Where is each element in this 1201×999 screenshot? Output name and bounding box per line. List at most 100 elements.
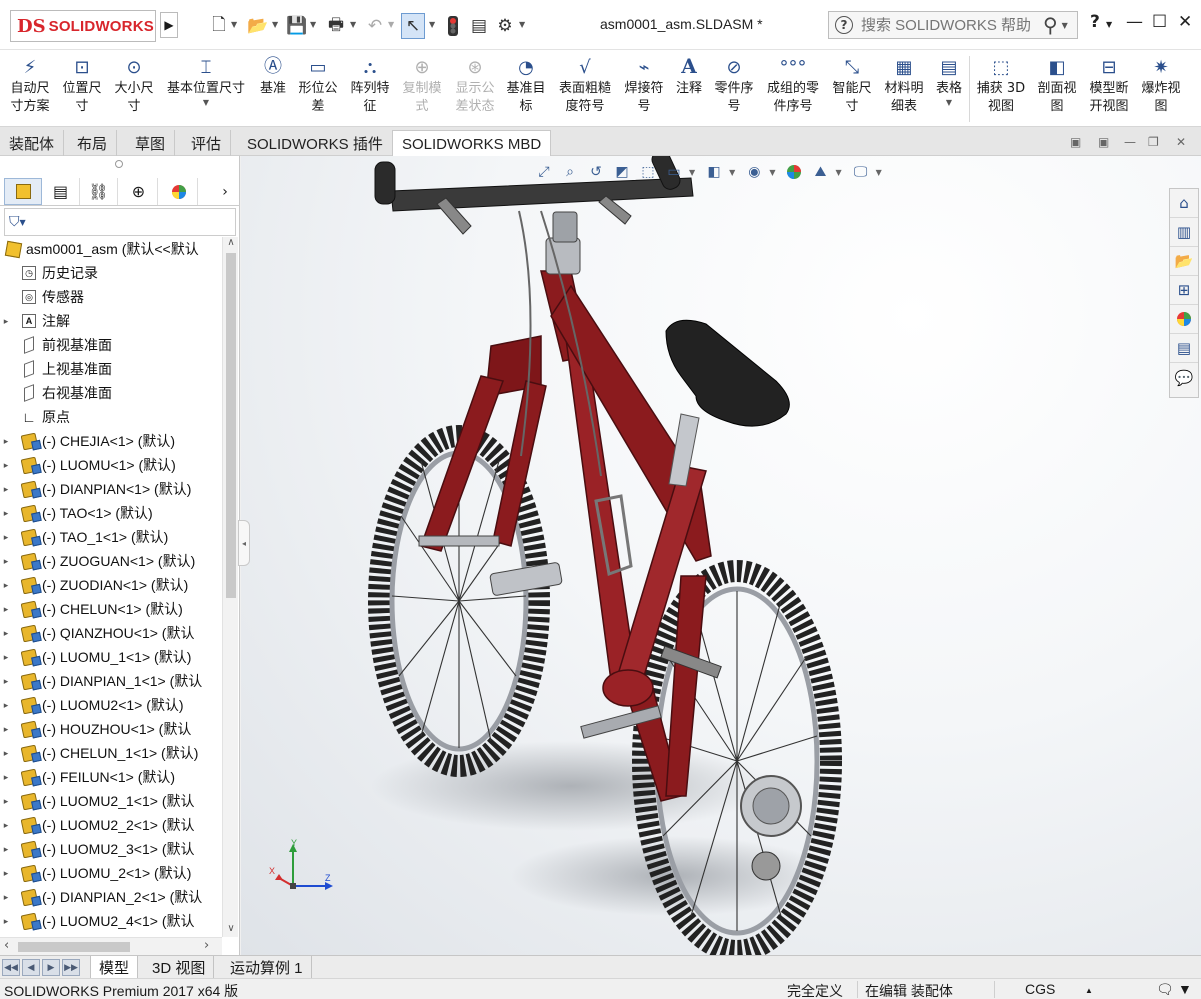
file-properties-icon[interactable]: ▤ — [468, 13, 490, 39]
next-tab-arrow-icon[interactable]: ▶ — [42, 959, 60, 976]
expand-arrow-icon[interactable]: ▸ — [0, 796, 12, 807]
tree-part-row[interactable]: ▸ (-) QIANZHOU<1> (默认 — [0, 621, 222, 645]
tree-filter[interactable]: ⛉ ▼ — [4, 208, 236, 236]
viewport-restore-icon[interactable]: ❐ — [1148, 135, 1159, 149]
cmd-section-view[interactable]: ◧ 剖面视 图 — [1032, 50, 1082, 127]
tab-model[interactable]: 模型 — [90, 956, 139, 978]
configuration-manager-tab-icon[interactable]: ⛓ — [80, 178, 118, 205]
cmd-copy-scheme[interactable]: ⊕ 复制模 式 — [398, 50, 446, 127]
view-settings-icon[interactable]: 🖵 — [850, 162, 872, 182]
expand-arrow-icon[interactable]: ▸ — [0, 628, 12, 639]
dimxpert-manager-tab-icon[interactable]: ⊕ — [120, 178, 158, 205]
tree-item-plane[interactable]: 上视基准面 — [0, 357, 222, 381]
bicycle-model[interactable] — [241, 156, 1201, 955]
zoom-to-fit-icon[interactable]: ⤢ — [533, 162, 555, 182]
expand-arrow-icon[interactable]: ▸ — [0, 508, 12, 519]
view-orientation-dropdown-icon[interactable]: ▼ — [689, 168, 695, 177]
tree-part-row[interactable]: ▸ (-) LUOMU<1> (默认) — [0, 453, 222, 477]
options-dropdown-icon[interactable]: ▼ — [519, 20, 525, 29]
close-button[interactable]: ✕ — [1178, 12, 1192, 32]
feature-manager-tab-icon[interactable] — [4, 178, 42, 205]
cmd-size-dimension[interactable]: ⊙ 大小尺 寸 — [110, 50, 158, 127]
tree-part-row[interactable]: ▸ (-) LUOMU_1<1> (默认) — [0, 645, 222, 669]
expand-arrow-icon[interactable]: ▸ — [0, 460, 12, 471]
tree-part-row[interactable]: ▸ (-) CHELUN<1> (默认) — [0, 597, 222, 621]
expand-arrow-icon[interactable]: ▸ — [0, 892, 12, 903]
tree-part-row[interactable]: ▸ (-) ZUODIAN<1> (默认) — [0, 573, 222, 597]
expand-arrow-icon[interactable]: ▸ — [0, 700, 12, 711]
tree-part-row[interactable]: ▸ (-) LUOMU2_1<1> (默认 — [0, 789, 222, 813]
cmd-capture-3d-view[interactable]: ⬚ 捕获 3D 视图 — [972, 50, 1030, 127]
unit-system[interactable]: CGS — [1025, 981, 1055, 997]
help-dropdown-icon[interactable]: ▼ — [1106, 20, 1112, 29]
tabs-more-arrow-icon[interactable]: › — [206, 178, 244, 205]
tree-horizontal-scrollbar[interactable]: ‹ › — [0, 937, 222, 955]
status-bar-more-arrow-icon[interactable]: ▼ — [1178, 981, 1192, 997]
options-gear-icon[interactable]: ⚙ — [494, 13, 516, 39]
expand-arrow-icon[interactable]: ▸ — [0, 772, 12, 783]
view-settings-dropdown-icon[interactable]: ▼ — [876, 168, 882, 177]
menu-expand-arrow-icon[interactable]: ▶ — [160, 12, 178, 38]
tree-part-row[interactable]: ▸ (-) LUOMU2<1> (默认) — [0, 693, 222, 717]
panel-collapse-handle[interactable]: ◂ — [238, 520, 250, 566]
tab-layout[interactable]: 布局 — [68, 130, 118, 156]
edit-appearance-icon[interactable] — [783, 162, 805, 182]
magnifier-icon[interactable]: ⚲ — [1043, 13, 1058, 37]
tree-item-sensor[interactable]: ◎ 传感器 — [0, 285, 222, 309]
cmd-geometric-tolerance[interactable]: ▭ 形位公 差 — [294, 50, 342, 127]
tree-item-annotation[interactable]: ▸ A 注解 — [0, 309, 222, 333]
cmd-basic-location-dimension[interactable]: ⌶ 基本位置尺寸 ▼ — [162, 50, 250, 127]
cmd-bom[interactable]: ▦ 材料明 细表 — [880, 50, 928, 127]
design-library-icon[interactable]: ▥ — [1170, 218, 1198, 247]
zoom-to-area-icon[interactable]: ⌕ — [559, 162, 581, 182]
display-style-dropdown-icon[interactable]: ▼ — [729, 168, 735, 177]
viewport-close-icon[interactable]: ✕ — [1176, 135, 1186, 149]
display-style-icon[interactable]: ◧ — [703, 162, 725, 182]
tree-part-row[interactable]: ▸ (-) CHELUN_1<1> (默认) — [0, 741, 222, 765]
expand-arrow-icon[interactable]: ▸ — [0, 556, 12, 567]
expand-arrow-icon[interactable]: ▸ — [0, 748, 12, 759]
dropdown-icon[interactable]: ▼ — [203, 98, 209, 107]
tree-part-row[interactable]: ▸ (-) LUOMU2_3<1> (默认 — [0, 837, 222, 861]
minimize-button[interactable]: — — [1126, 12, 1143, 32]
cmd-datum-target[interactable]: ◔ 基准目 标 — [502, 50, 550, 127]
appearances-scenes-icon[interactable] — [1170, 305, 1198, 334]
expand-arrow-icon[interactable]: ▸ — [0, 724, 12, 735]
cmd-smart-dimension[interactable]: ⤡ 智能尺 寸 — [828, 50, 876, 127]
cmd-balloon[interactable]: ⊘ 零件序 号 — [710, 50, 758, 127]
help-search-box[interactable]: ? ⚲ ▼ — [828, 11, 1078, 39]
expand-arrow-icon[interactable]: ▸ — [0, 604, 12, 615]
apply-scene-dropdown-icon[interactable]: ▼ — [835, 168, 841, 177]
tree-part-row[interactable]: ▸ (-) LUOMU2_2<1> (默认 — [0, 813, 222, 837]
view-orientation-icon[interactable]: ▭ — [663, 162, 685, 182]
print-icon[interactable]: 🖶 — [324, 13, 348, 39]
tree-part-row[interactable]: ▸ (-) ZUOGUAN<1> (默认) — [0, 549, 222, 573]
property-manager-tab-icon[interactable]: ▤ — [42, 178, 80, 205]
tree-vertical-scrollbar[interactable]: ∧ ∨ — [222, 237, 238, 937]
cmd-weld-symbol[interactable]: ⌁ 焊接符 号 — [620, 50, 668, 127]
tab-solidworks-mbd[interactable]: SOLIDWORKS MBD — [392, 130, 552, 157]
tab-sketch[interactable]: 草图 — [126, 130, 176, 156]
scroll-down-icon[interactable]: ∨ — [223, 923, 239, 937]
display-manager-tab-icon[interactable] — [160, 178, 198, 205]
cmd-pattern-feature[interactable]: ⛬ 阵列特 征 — [346, 50, 394, 127]
viewport-restore-left-icon[interactable]: ▣ — [1070, 135, 1081, 149]
tab-evaluate[interactable]: 评估 — [182, 130, 232, 156]
new-document-icon[interactable]: 🗋 — [208, 13, 230, 39]
tab-assembly[interactable]: 装配体 — [0, 130, 65, 156]
scroll-up-icon[interactable]: ∧ — [223, 237, 239, 251]
tree-part-row[interactable]: ▸ (-) HOUZHOU<1> (默认 — [0, 717, 222, 741]
scroll-thumb[interactable] — [226, 253, 236, 598]
quick-tips-icon[interactable]: 🗨 — [1156, 981, 1174, 998]
filter-dropdown-icon[interactable]: ▼ — [20, 218, 26, 227]
cmd-datum[interactable]: Ⓐ 基准 — [254, 50, 292, 127]
print-dropdown-icon[interactable]: ▼ — [350, 20, 356, 29]
tree-item-plane[interactable]: 前视基准面 — [0, 333, 222, 357]
file-explorer-icon[interactable]: 📂 — [1170, 247, 1198, 276]
custom-properties-icon[interactable]: ▤ — [1170, 334, 1198, 363]
undo-dropdown-icon[interactable]: ▼ — [388, 20, 394, 29]
tab-motion-study[interactable]: 运动算例 1 — [222, 956, 312, 978]
first-tab-arrow-icon[interactable]: ◀◀ — [2, 959, 20, 976]
axis-triad[interactable]: Y Z X — [263, 838, 335, 898]
cmd-exploded-view[interactable]: ✷ 爆炸视 图 — [1136, 50, 1186, 127]
